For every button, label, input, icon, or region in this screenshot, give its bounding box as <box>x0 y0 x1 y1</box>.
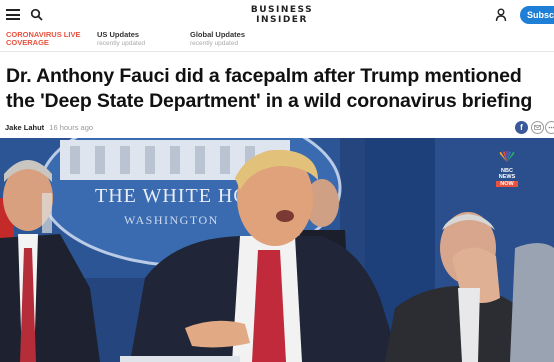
live-coverage-line-2: COVERAGE <box>6 38 49 47</box>
logo-line-2: INSIDER <box>256 15 308 25</box>
top-bar: BUSINESS INSIDER Subscr <box>0 0 554 30</box>
nbc-news-label-2: NEWS <box>498 174 516 180</box>
byline: Jake Lahut 16 hours ago <box>5 123 93 132</box>
logo-line-1: BUSINESS <box>250 5 314 15</box>
more-icon[interactable] <box>545 121 554 134</box>
us-updates-title: US Updates <box>97 30 140 39</box>
facebook-icon[interactable]: f <box>515 121 528 134</box>
mail-icon[interactable] <box>531 121 544 134</box>
author-name[interactable]: Jake Lahut <box>5 123 44 132</box>
updates-strip: CORONAVIRUS LIVE COVERAGE US Updates rec… <box>0 30 554 52</box>
hero-image[interactable]: THE WHITE HO WASHINGTON NBC NEWS NOW <box>0 138 554 362</box>
menu-icon[interactable] <box>6 9 20 20</box>
user-icon[interactable] <box>495 8 507 22</box>
publish-time: 16 hours ago <box>49 123 94 132</box>
site-logo[interactable]: BUSINESS INSIDER <box>230 5 334 25</box>
us-updates-subtitle: recently updated <box>97 40 146 47</box>
global-updates-title: Global Updates <box>190 30 246 39</box>
briefing-photo: THE WHITE HO WASHINGTON <box>0 138 554 362</box>
seal-text-2: WASHINGTON <box>124 213 219 227</box>
seal-text-1: THE WHITE HO <box>95 185 249 207</box>
us-updates-link[interactable]: US Updates recently updated <box>97 30 145 48</box>
nbc-now-label: NOW <box>496 181 518 187</box>
nbc-news-badge: NBC NEWS NOW <box>490 150 524 187</box>
peacock-icon <box>499 150 515 162</box>
article-headline: Dr. Anthony Fauci did a facepalm after T… <box>6 65 533 112</box>
global-updates-subtitle: recently updated <box>190 40 239 47</box>
live-coverage-link[interactable]: CORONAVIRUS LIVE COVERAGE <box>6 31 80 47</box>
subscribe-button[interactable]: Subscr <box>520 6 554 24</box>
search-icon[interactable] <box>30 8 44 22</box>
global-updates-link[interactable]: Global Updates recently updated <box>190 30 245 48</box>
